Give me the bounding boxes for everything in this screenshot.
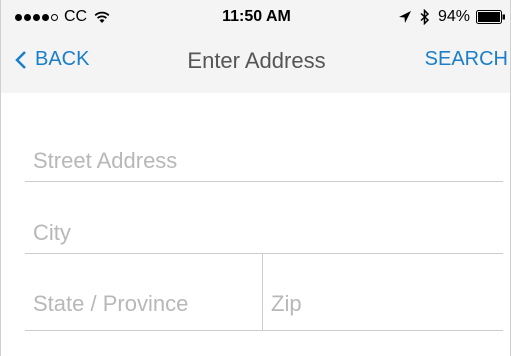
search-button[interactable]: SEARCH [425,48,508,71]
address-form [1,93,510,356]
state-province-input[interactable] [33,291,255,317]
zip-input[interactable] [271,291,501,317]
state-field-wrap [33,291,255,317]
street-field-wrap [33,148,503,174]
state-zip-bottom-divider [25,330,503,331]
city-field-wrap [33,220,503,246]
chevron-left-icon [15,50,26,69]
top-bar: CC 11:50 AM 94% BACK Enter Address SEARC… [1,0,510,93]
zip-field-wrap [271,291,501,317]
back-label: BACK [35,48,90,70]
bluetooth-icon [420,9,430,25]
street-address-input[interactable] [33,148,503,174]
battery-percent: 94% [437,8,470,25]
battery-icon [476,10,505,24]
street-divider [25,181,503,182]
state-zip-divider [262,254,263,330]
city-divider [25,253,503,254]
back-button[interactable]: BACK [15,48,89,71]
location-arrow-icon [398,11,411,23]
address-screen: CC 11:50 AM 94% BACK Enter Address SEARC… [0,0,511,356]
nav-bar: BACK Enter Address SEARCH [1,36,510,88]
city-input[interactable] [33,220,503,246]
status-right: 94% [398,8,506,26]
status-bar: CC 11:50 AM 94% [1,0,510,34]
